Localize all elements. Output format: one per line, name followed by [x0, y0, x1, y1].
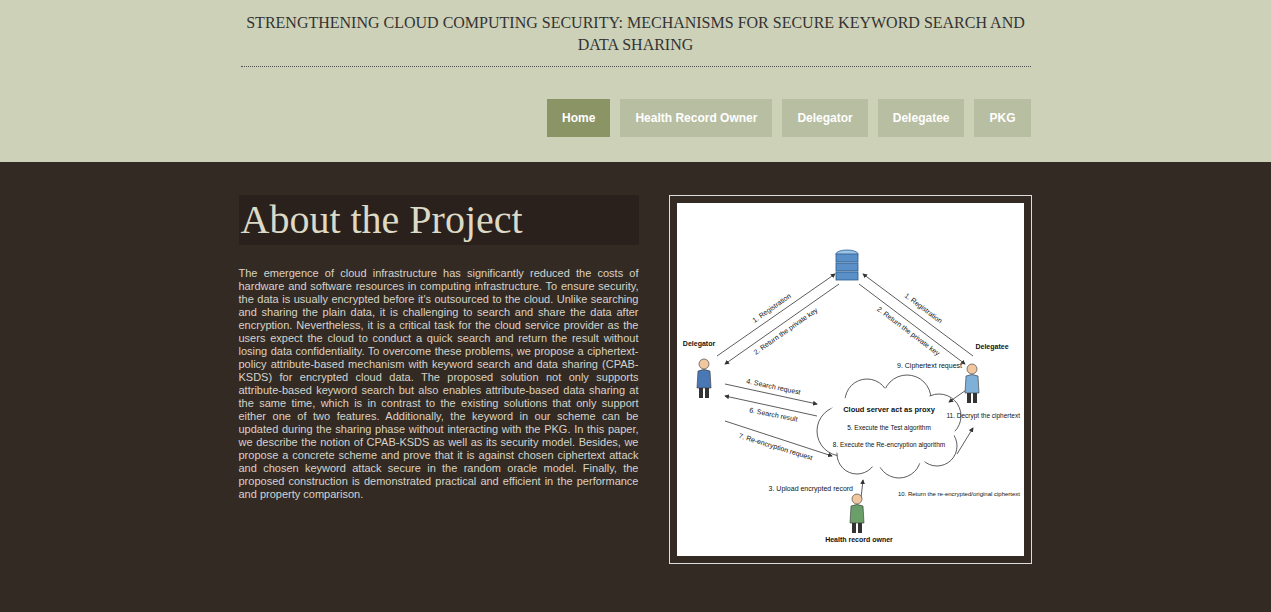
- arrow-label: 2. Return the private key: [752, 306, 819, 357]
- diagram-arrow: 1. Registration: [717, 274, 835, 356]
- diagram-arrow: 6. Search result: [725, 396, 817, 423]
- person-icon: [850, 494, 864, 533]
- architecture-diagram: Cloud server act as proxy 5. Execute the …: [677, 203, 1024, 556]
- page: STRENGTHENING CLOUD COMPUTING SECURITY: …: [0, 0, 1271, 612]
- node-label: Health record owner: [825, 536, 893, 543]
- nav-button[interactable]: PKG: [974, 99, 1030, 137]
- server-icon: [836, 250, 858, 280]
- cloud-shape: [817, 375, 961, 478]
- cloud-step: 5. Execute the Test algorithm: [847, 424, 931, 432]
- about-section: About the Project The emergence of cloud …: [239, 195, 639, 564]
- content: About the Project The emergence of cloud …: [239, 162, 1033, 564]
- diagram-node: Delegatee: [965, 343, 1009, 403]
- diagram-arrow: 9. Ciphertext request: [897, 362, 969, 402]
- nav-button[interactable]: Health Record Owner: [620, 99, 772, 137]
- about-heading: About the Project: [239, 195, 639, 245]
- arrow-label: 4. Search request: [745, 377, 801, 396]
- diagram-arrow: 2. Return the private key: [725, 284, 839, 364]
- diagram-frame: Cloud server act as proxy 5. Execute the …: [669, 195, 1032, 564]
- diagram-arrow: 4. Search request: [725, 377, 817, 404]
- arrow-label: 3. Upload encrypted record: [768, 485, 853, 493]
- nav-button[interactable]: Delegatee: [878, 99, 965, 137]
- arrow-label: 2. Return the private key: [875, 305, 941, 358]
- arrow-label: 9. Ciphertext request: [897, 362, 962, 370]
- person-icon: [697, 359, 711, 398]
- diagram-node: Delegator: [682, 340, 715, 398]
- node-label: Delegatee: [975, 343, 1008, 351]
- cloud-step: 8. Execute the Re-encryption algorithm: [832, 441, 944, 449]
- header: STRENGTHENING CLOUD COMPUTING SECURITY: …: [0, 0, 1271, 162]
- nav-bar: Home Health Record Owner Delegator Delegate…: [241, 99, 1031, 137]
- person-icon: [965, 364, 979, 403]
- diagram-arrow: 10. Return the re-encrypted/original cip…: [897, 428, 1019, 497]
- cloud-title: Cloud server act as proxy: [843, 405, 936, 414]
- arrow-label: 10. Return the re-encrypted/original cip…: [897, 491, 1019, 497]
- arrow-label: 1. Registration: [751, 292, 793, 325]
- about-paragraph: The emergence of cloud infrastructure ha…: [239, 267, 639, 501]
- diagram-image: Cloud server act as proxy 5. Execute the …: [677, 203, 1024, 556]
- arrow-label: 7. Re-encryption request: [737, 432, 813, 462]
- nav-button[interactable]: Delegator: [782, 99, 867, 137]
- diagram-arrow: 3. Upload encrypted record: [768, 480, 862, 498]
- diagram-arrow: 7. Re-encryption request: [725, 421, 832, 462]
- site-title: STRENGTHENING CLOUD COMPUTING SECURITY: …: [241, 12, 1031, 67]
- arrow-label: 1. Registration: [902, 292, 943, 326]
- arrow-label: 11. Decrypt the ciphertext: [946, 412, 1020, 420]
- diagram-arrow: 2. Return the private key: [859, 284, 965, 364]
- diagram-arrow: 1. Registration: [863, 274, 973, 356]
- node-label: Delegator: [682, 340, 715, 348]
- diagram-arrow: 11. Decrypt the ciphertext: [946, 412, 1020, 420]
- nav-button[interactable]: Home: [547, 99, 610, 137]
- arrow-label: 6. Search result: [748, 406, 798, 422]
- diagram-node: Health record owner: [825, 494, 893, 543]
